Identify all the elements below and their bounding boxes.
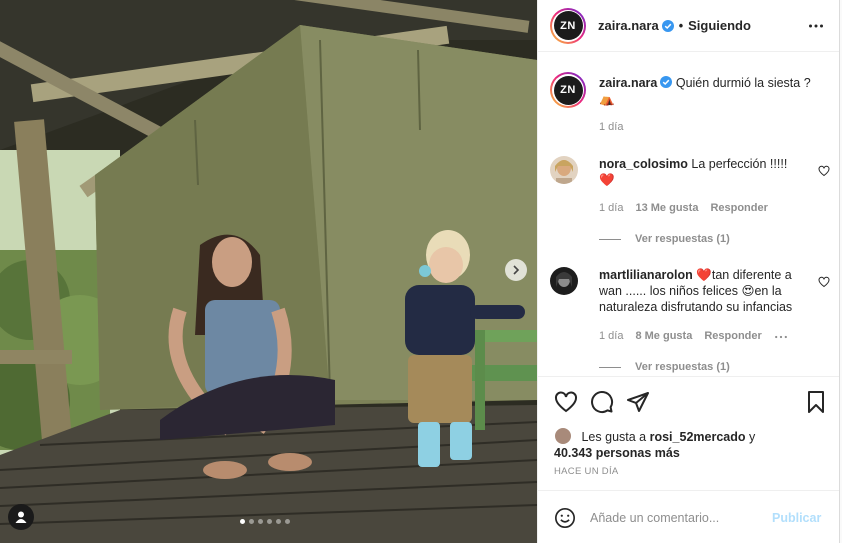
comment-text: nora_colosimo La perfección !!!!! ❤️: [599, 156, 817, 188]
post-time-ago[interactable]: HACE UN DÍA: [554, 466, 619, 477]
share-icon[interactable]: [626, 390, 650, 414]
user-tag-icon: [15, 511, 27, 523]
view-replies-label: Ver respuestas (1): [635, 233, 730, 245]
separator-dot: •: [678, 18, 684, 33]
tent-emoji: ⛺: [599, 92, 615, 106]
carousel-dot: [258, 519, 263, 524]
comment-body: La perfección !!!!!: [691, 157, 788, 171]
emoji-icon[interactable]: [554, 507, 576, 529]
post-actions: Les gusta a rosi_52mercado y 40.343 pers…: [538, 376, 840, 543]
photo-scene: [0, 0, 537, 543]
comment-likes[interactable]: 13 Me gusta: [635, 202, 698, 214]
author-avatar[interactable]: ZN: [550, 7, 586, 44]
post-side-panel: ZN zaira.nara • Siguiendo ZN zaira.nara …: [537, 0, 840, 543]
comment-like-icon[interactable]: [818, 276, 830, 288]
caption-age: 1 día: [599, 121, 624, 133]
comment-input[interactable]: [590, 510, 760, 525]
user-tag-button[interactable]: [8, 504, 34, 530]
liker-avatar[interactable]: [554, 427, 572, 445]
likes-prefix: Les gusta a: [581, 430, 647, 444]
commenter-username[interactable]: nora_colosimo: [599, 157, 688, 171]
likes-count[interactable]: 40.343 personas más: [554, 446, 680, 460]
comment-age: 1 día: [599, 202, 624, 214]
carousel-dot: [276, 519, 281, 524]
carousel-dot: [285, 519, 290, 524]
comments-list: ZN zaira.nara Quién durmió la siesta ? ⛺…: [538, 53, 840, 375]
heart-emoji: ❤️: [696, 268, 712, 282]
heart-icon[interactable]: [554, 390, 578, 414]
verified-icon: [660, 76, 673, 88]
caption-author-avatar[interactable]: ZN: [550, 72, 586, 108]
publish-button[interactable]: Publicar: [772, 511, 821, 525]
following-button[interactable]: Siguiendo: [688, 18, 751, 33]
view-replies-label: Ver respuestas (1): [635, 361, 730, 373]
carousel-dots: [240, 519, 290, 524]
comment-like-icon[interactable]: [818, 165, 830, 177]
commenter-avatar[interactable]: [550, 156, 578, 184]
avatar-initials: ZN: [553, 75, 583, 105]
commenter-username[interactable]: martlilianarolon: [599, 268, 693, 282]
caption-meta: 1 día: [599, 121, 623, 133]
comment-text: martlilianarolon ❤️tan diferente a wan .…: [599, 267, 817, 315]
caption-username[interactable]: zaira.nara: [599, 76, 657, 90]
comment-icon[interactable]: [590, 390, 614, 414]
comment-age: 1 día: [599, 330, 624, 342]
likes-summary: Les gusta a rosi_52mercado y 40.343 pers…: [554, 427, 834, 461]
heart-emoji: ❤️: [599, 173, 615, 187]
comment-more-icon[interactable]: [774, 330, 788, 344]
caption-body: Quién durmió la siesta ?: [675, 76, 811, 90]
next-arrow-icon: [513, 265, 520, 275]
more-icon[interactable]: [808, 18, 824, 34]
replies-line: [599, 366, 621, 368]
likes-connector: y: [748, 430, 756, 444]
carousel-dot: [240, 519, 245, 524]
reply-button[interactable]: Responder: [704, 330, 761, 344]
view-replies-button[interactable]: Ver respuestas (1): [599, 361, 730, 373]
next-photo-button[interactable]: [505, 259, 527, 281]
avatar-initials: ZN: [553, 11, 583, 40]
carousel-dot: [249, 519, 254, 524]
caption-text: zaira.nara Quién durmió la siesta ? ⛺: [599, 75, 817, 107]
bookmark-icon[interactable]: [804, 390, 828, 414]
view-replies-button[interactable]: Ver respuestas (1): [599, 233, 730, 245]
commenter-avatar[interactable]: [550, 267, 578, 295]
comment-meta: 1 día 8 Me gusta Responder: [599, 330, 788, 344]
add-comment-bar: Publicar: [538, 490, 840, 543]
comment-meta: 1 día 13 Me gusta Responder: [599, 202, 768, 214]
liker-username[interactable]: rosi_52mercado: [650, 430, 746, 444]
replies-line: [599, 238, 621, 240]
reply-button[interactable]: Responder: [710, 202, 767, 214]
carousel-dot: [267, 519, 272, 524]
comment-likes[interactable]: 8 Me gusta: [635, 330, 692, 344]
author-username[interactable]: zaira.nara: [598, 18, 659, 33]
verified-icon: [661, 19, 674, 32]
post-photo: [0, 0, 537, 543]
post-header: ZN zaira.nara • Siguiendo: [538, 0, 840, 52]
heart-eyes-emoji: 😍: [741, 284, 755, 298]
